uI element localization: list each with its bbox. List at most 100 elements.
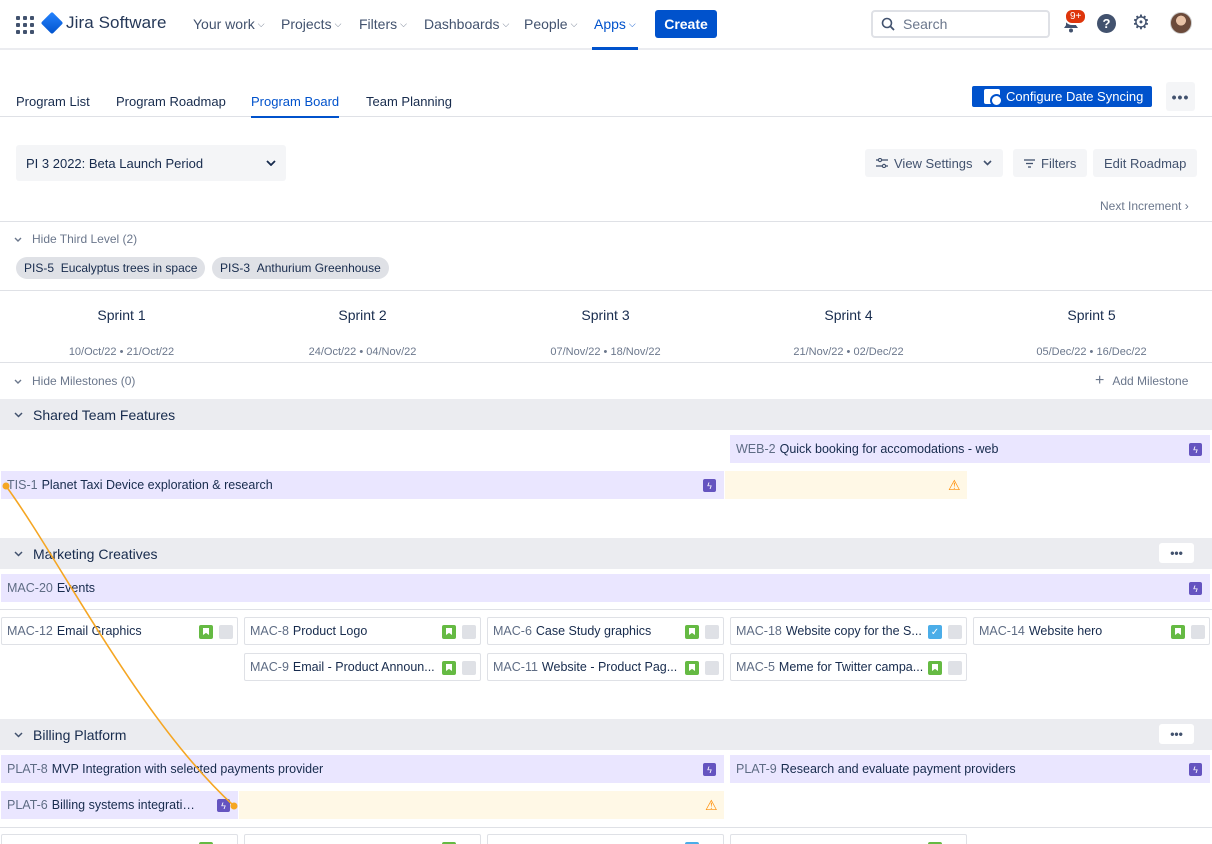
group-header-shared-team-features[interactable]: Shared Team Features: [0, 399, 1212, 430]
lightning-icon: ϟ: [217, 799, 230, 812]
chevron-down-icon: ⌵: [400, 18, 407, 29]
warning-icon[interactable]: ⚠: [705, 797, 718, 814]
sprint-name: Sprint 2: [338, 307, 387, 323]
view-settings-label: View Settings: [894, 155, 973, 171]
third-level-pill[interactable]: PIS-5 Eucalyptus trees in space: [16, 257, 206, 279]
issue-summary: Website - Product Pag...: [541, 660, 678, 674]
issue-summary: Case Study graphics: [535, 624, 652, 638]
search-box[interactable]: [871, 10, 1050, 38]
issue-key: TIS-1: [7, 478, 38, 492]
create-button[interactable]: Create: [655, 10, 717, 38]
task-card[interactable]: [487, 834, 724, 844]
group-header-marketing-creatives[interactable]: Marketing Creatives •••: [0, 538, 1212, 569]
lightning-icon: ϟ: [703, 479, 716, 492]
group-more-button[interactable]: •••: [1159, 543, 1194, 563]
avatar[interactable]: [1170, 12, 1192, 34]
chevron-down-icon: [982, 160, 992, 166]
sprint-dates: 05/Dec/22 • 16/Dec/22: [1036, 346, 1147, 358]
hide-milestones-toggle[interactable]: Hide Milestones (0): [14, 374, 135, 388]
bookmark-icon: [1171, 625, 1185, 639]
story-card[interactable]: MAC-5 Meme for Twitter campa...: [730, 653, 967, 681]
story-card[interactable]: MAC-11 Website - Product Pag...: [487, 653, 724, 681]
hide-third-level-toggle[interactable]: Hide Third Level (2): [14, 232, 137, 246]
tab-team-planning[interactable]: Team Planning: [366, 94, 452, 109]
more-actions-button[interactable]: •••: [1166, 82, 1195, 111]
sprint-header: Sprint 2 24/Oct/22 • 04/Nov/22: [241, 307, 484, 358]
group-title: Billing Platform: [33, 726, 127, 743]
app-switcher-icon[interactable]: [16, 16, 34, 34]
tab-program-list[interactable]: Program List: [16, 94, 90, 109]
nav-apps[interactable]: Apps ⌵: [592, 16, 638, 50]
chevron-down-icon: ⌵: [257, 18, 265, 29]
story-card[interactable]: MAC-6 Case Study graphics: [487, 617, 724, 645]
configure-date-syncing-label: Configure Date Syncing: [1006, 89, 1144, 104]
hide-third-level-label: Hide Third Level (2): [32, 232, 138, 246]
edit-roadmap-button[interactable]: Edit Roadmap: [1093, 149, 1198, 177]
tab-program-board[interactable]: Program Board: [251, 94, 340, 118]
divider: [0, 290, 1212, 291]
filters-button[interactable]: Filters: [1013, 149, 1088, 177]
calendar-sync-icon: [984, 89, 1003, 107]
assignee-avatar[interactable]: [948, 625, 962, 639]
feature-card[interactable]: MAC-20 Events ϟ: [1, 574, 1210, 602]
help-icon[interactable]: ?: [1097, 14, 1116, 33]
issue-key: PLAT-6: [7, 798, 48, 812]
search-icon: [881, 17, 895, 31]
sprint-name: Sprint 5: [1067, 307, 1116, 323]
assignee-avatar[interactable]: [948, 661, 962, 675]
sprint-dates: 07/Nov/22 • 18/Nov/22: [550, 346, 661, 358]
search-input[interactable]: [903, 16, 1033, 32]
lightning-icon: ϟ: [1189, 443, 1202, 456]
issue-summary: Quick booking for accomodations - web: [779, 442, 999, 456]
story-card[interactable]: MAC-12 Email Graphics: [1, 617, 238, 645]
feature-card[interactable]: PLAT-9 Research and evaluate payment pro…: [730, 755, 1210, 783]
nav-filters[interactable]: Filters ⌵: [359, 16, 407, 32]
story-card[interactable]: MAC-9 Email - Product Announ...: [244, 653, 481, 681]
increment-value: PI 3 2022: Beta Launch Period: [26, 155, 204, 171]
issue-key: MAC-12: [7, 624, 53, 638]
story-card[interactable]: MAC-14 Website hero: [973, 617, 1210, 645]
nav-your-work[interactable]: Your work ⌵: [193, 16, 265, 32]
assignee-avatar[interactable]: [1191, 625, 1205, 639]
issue-key: MAC-8: [250, 624, 289, 638]
feature-card[interactable]: PLAT-6 Billing systems integration ... ϟ: [1, 791, 238, 819]
story-card[interactable]: [244, 834, 481, 844]
story-card[interactable]: MAC-8 Product Logo: [244, 617, 481, 645]
issue-key: WEB-2: [736, 442, 776, 456]
feature-card[interactable]: WEB-2 Quick booking for accomodations - …: [730, 435, 1210, 463]
assignee-avatar[interactable]: [462, 625, 476, 639]
feature-card[interactable]: PLAT-8 MVP Integration with selected pay…: [1, 755, 724, 783]
task-card[interactable]: MAC-18 Website copy for the S... ✓: [730, 617, 967, 645]
configure-date-syncing-button[interactable]: Configure Date Syncing: [972, 86, 1152, 107]
feature-card[interactable]: TIS-1 Planet Taxi Device exploration & r…: [1, 471, 724, 499]
issue-summary: MVP Integration with selected payments p…: [51, 762, 324, 776]
issue-summary: Website copy for the S...: [785, 624, 922, 638]
assignee-avatar[interactable]: [705, 625, 719, 639]
group-more-button[interactable]: •••: [1159, 724, 1194, 744]
assignee-avatar[interactable]: [705, 661, 719, 675]
next-increment-link[interactable]: Next Increment ›: [1100, 199, 1189, 213]
view-settings-button[interactable]: View Settings: [865, 149, 1003, 177]
assignee-avatar[interactable]: [462, 661, 476, 675]
increment-select[interactable]: PI 3 2022: Beta Launch Period: [16, 145, 286, 181]
add-milestone-button[interactable]: + Add Milestone: [1095, 373, 1188, 389]
gear-icon[interactable]: ⚙: [1132, 13, 1150, 33]
issue-summary: Billing systems integration ...: [51, 798, 202, 812]
nav-people[interactable]: People ⌵: [524, 16, 577, 32]
lightning-icon: ϟ: [703, 763, 716, 776]
story-card[interactable]: [730, 834, 967, 844]
nav-dashboards[interactable]: Dashboards ⌵: [424, 16, 509, 32]
tab-program-roadmap[interactable]: Program Roadmap: [116, 94, 226, 109]
issue-summary: Planet Taxi Device exploration & researc…: [41, 478, 273, 492]
sprint-name: Sprint 1: [97, 307, 146, 323]
nav-projects[interactable]: Projects ⌵: [281, 16, 341, 32]
group-header-billing-platform[interactable]: Billing Platform •••: [0, 719, 1212, 750]
warning-icon[interactable]: ⚠: [948, 477, 961, 494]
story-card[interactable]: [1, 834, 238, 844]
assignee-avatar[interactable]: [219, 625, 233, 639]
feature-extension-bar: [725, 471, 967, 499]
issue-summary: Product Logo: [292, 624, 368, 638]
issue-summary: Email - Product Announ...: [292, 660, 435, 674]
third-level-pill[interactable]: PIS-3 Anthurium Greenhouse: [212, 257, 389, 279]
jira-logo[interactable]: Jira Software: [40, 11, 167, 35]
